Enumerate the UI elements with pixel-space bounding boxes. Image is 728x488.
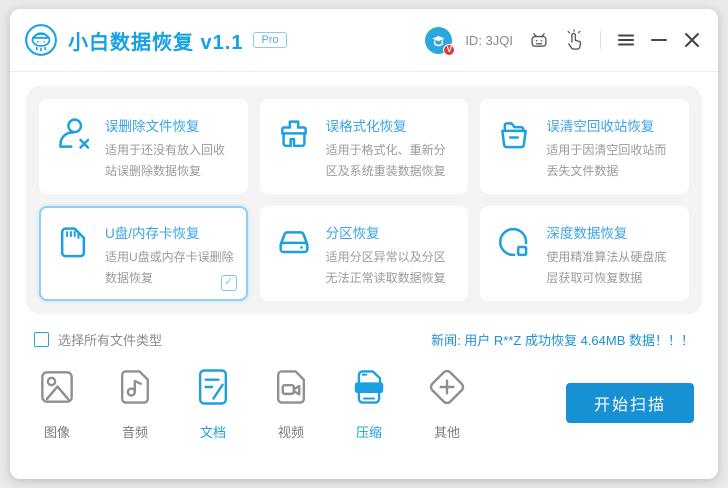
filetype-label: 图像 bbox=[43, 425, 70, 440]
select-all-label: 选择所有文件类型 bbox=[58, 333, 163, 348]
app-logo-icon bbox=[24, 23, 58, 57]
card-unformat[interactable]: 误格式化恢复 适用于格式化、重新分区及系统重装数据恢复 bbox=[259, 99, 469, 194]
card-deep-scan[interactable]: 深度数据恢复 使用精准算法从硬盘底层获取可恢复数据 bbox=[480, 206, 689, 301]
menu-icon[interactable] bbox=[616, 30, 636, 50]
user-avatar[interactable]: V bbox=[425, 26, 456, 56]
filetype-label: 文档 bbox=[199, 425, 226, 440]
recycle-bin-icon bbox=[494, 113, 536, 182]
filetype-other[interactable]: 其他 bbox=[424, 365, 470, 441]
card-partition[interactable]: 分区恢复 适用分区异常以及分区无法正常读取数据恢复 bbox=[259, 206, 469, 301]
card-title: 误清空回收站恢复 bbox=[546, 119, 655, 134]
news-ticker: 新闻: 用户 R**Z 成功恢复 4.64MB 数据！！！ bbox=[431, 333, 694, 348]
header-separator bbox=[10, 71, 718, 72]
zip-label: ZIP bbox=[362, 383, 376, 393]
card-title: U盘/内存卡恢复 bbox=[105, 226, 200, 241]
filetype-document[interactable]: 文档 bbox=[190, 365, 236, 441]
header-divider bbox=[600, 31, 601, 49]
card-desc: 适用于格式化、重新分区及系统重装数据恢复 bbox=[325, 143, 446, 178]
touch-hand-icon[interactable] bbox=[563, 29, 585, 51]
select-all-checkbox[interactable] bbox=[34, 332, 49, 347]
card-desc: 适用分区异常以及分区无法正常读取数据恢复 bbox=[325, 250, 446, 285]
close-icon[interactable] bbox=[682, 30, 702, 50]
audio-icon bbox=[113, 365, 157, 409]
file-type-selector: 图像 音频 文档 视频 ZIP 压缩 其他 bbox=[34, 365, 470, 441]
deep-scan-icon bbox=[494, 220, 536, 289]
filetype-image[interactable]: 图像 bbox=[34, 365, 80, 441]
select-all-filetypes[interactable]: 选择所有文件类型 bbox=[34, 330, 162, 349]
image-icon bbox=[35, 365, 79, 409]
start-scan-button[interactable]: 开始扫描 bbox=[566, 383, 694, 423]
filetype-audio[interactable]: 音频 bbox=[112, 365, 158, 441]
card-usb-sdcard[interactable]: U盘/内存卡恢复 适用U盘或内存卡误删除数据恢复 ✓ bbox=[39, 206, 248, 301]
pro-badge: Pro bbox=[253, 32, 287, 48]
sd-card-icon bbox=[53, 220, 95, 289]
minimize-icon[interactable] bbox=[649, 30, 669, 50]
filetype-label: 压缩 bbox=[355, 425, 382, 440]
robot-assistant-icon[interactable] bbox=[528, 29, 550, 51]
card-desc: 适用于还没有放入回收站误删除数据恢复 bbox=[105, 143, 226, 178]
card-title: 误格式化恢复 bbox=[325, 119, 407, 134]
filetype-video[interactable]: 视频 bbox=[268, 365, 314, 441]
filetype-label: 音频 bbox=[121, 425, 148, 440]
filetype-label: 视频 bbox=[277, 425, 304, 440]
card-desc: 适用于因清空回收站而丢失文件数据 bbox=[546, 143, 667, 178]
title-bar: 小白数据恢复 v1.1 Pro V ID: 3JQI bbox=[10, 9, 718, 71]
card-title: 分区恢复 bbox=[325, 226, 380, 241]
document-icon bbox=[191, 365, 235, 409]
card-undelete-files[interactable]: 误删除文件恢复 适用于还没有放入回收站误删除数据恢复 bbox=[39, 99, 248, 194]
card-recycle-bin[interactable]: 误清空回收站恢复 适用于因清空回收站而丢失文件数据 bbox=[480, 99, 689, 194]
card-checkbox-checked[interactable]: ✓ bbox=[220, 275, 237, 291]
app-title: 小白数据恢复 v1.1 bbox=[68, 31, 244, 54]
hard-drive-icon bbox=[274, 220, 316, 289]
filetype-archive[interactable]: ZIP 压缩 bbox=[346, 365, 392, 441]
other-plus-icon bbox=[425, 365, 469, 409]
card-title: 误删除文件恢复 bbox=[105, 119, 200, 134]
format-brush-icon bbox=[274, 113, 316, 182]
filetype-label: 其他 bbox=[433, 425, 460, 440]
recovery-modes-panel: 误删除文件恢复 适用于还没有放入回收站误删除数据恢复 误格式化恢复 适用于格式化… bbox=[26, 86, 702, 314]
user-id-label: ID: 3JQI bbox=[465, 32, 513, 48]
card-title: 深度数据恢复 bbox=[546, 226, 628, 241]
user-x-icon bbox=[53, 113, 95, 182]
app-window: 小白数据恢复 v1.1 Pro V ID: 3JQI 误删除文件恢复 适用于还没… bbox=[10, 9, 718, 479]
zip-icon: ZIP bbox=[347, 365, 391, 409]
video-icon bbox=[269, 365, 313, 409]
card-desc: 使用精准算法从硬盘底层获取可恢复数据 bbox=[546, 250, 667, 285]
vip-badge: V bbox=[443, 43, 456, 56]
card-desc: 适用U盘或内存卡误删除数据恢复 bbox=[105, 250, 234, 285]
